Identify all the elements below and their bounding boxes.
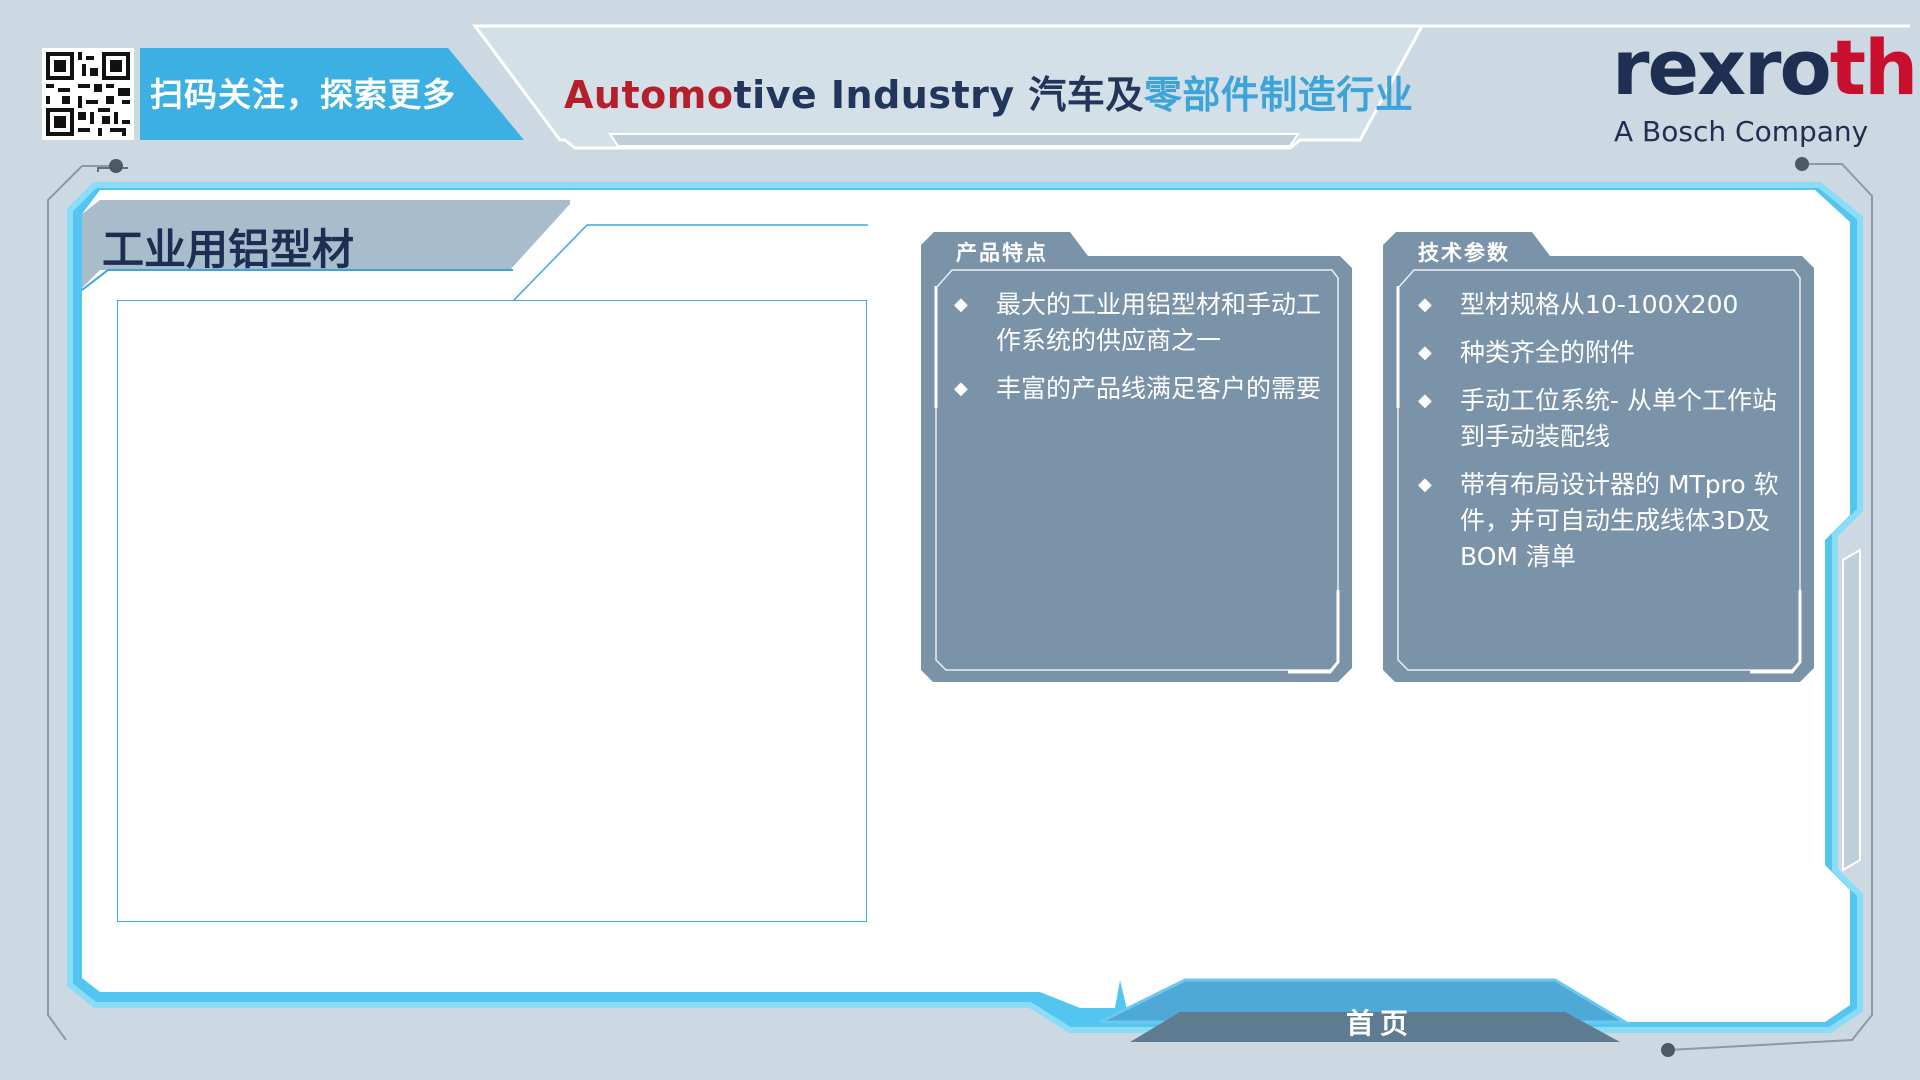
list-item-text: 手动工位系统- 从单个工作站到手动装配线 [1460, 386, 1777, 451]
product-features-list: ◆ 最大的工业用铝型材和手动工作系统的供应商之一 ◆ 丰富的产品线满足客户的需要 [944, 287, 1330, 419]
diamond-bullet-icon: ◆ [1418, 390, 1432, 411]
diamond-bullet-icon: ◆ [1418, 342, 1432, 363]
list-item: ◆ 最大的工业用铝型材和手动工作系统的供应商之一 [944, 287, 1330, 359]
list-item-text: 最大的工业用铝型材和手动工作系统的供应商之一 [996, 290, 1322, 355]
diamond-bullet-icon: ◆ [1418, 474, 1432, 495]
list-item: ◆ 型材规格从10-100X200 [1408, 287, 1788, 323]
list-item: ◆ 种类齐全的附件 [1408, 335, 1788, 371]
tech-params-list: ◆ 型材规格从10-100X200 ◆ 种类齐全的附件 ◆ 手动工位系统- 从单个工作… [1408, 287, 1788, 587]
list-item: ◆ 丰富的产品线满足客户的需要 [944, 371, 1330, 407]
list-item-text: 丰富的产品线满足客户的需要 [996, 374, 1322, 403]
list-item: ◆ 带有布局设计器的 MTpro 软件，并可自动生成线体3D及BOM 清单 [1408, 467, 1788, 575]
diamond-bullet-icon: ◆ [954, 294, 968, 315]
list-item-text: 种类齐全的附件 [1460, 338, 1636, 367]
list-item-text: 带有布局设计器的 MTpro 软件，并可自动生成线体3D及BOM 清单 [1460, 470, 1779, 571]
card-tab-tech-params: 技术参数 [1418, 241, 1510, 265]
home-button[interactable]: 首页 [1346, 1002, 1414, 1042]
diamond-bullet-icon: ◆ [954, 378, 968, 399]
list-item-text: 型材规格从10-100X200 [1460, 290, 1739, 319]
card-tab-product-features: 产品特点 [956, 241, 1048, 265]
list-item: ◆ 手动工位系统- 从单个工作站到手动装配线 [1408, 383, 1788, 455]
diamond-bullet-icon: ◆ [1418, 294, 1432, 315]
